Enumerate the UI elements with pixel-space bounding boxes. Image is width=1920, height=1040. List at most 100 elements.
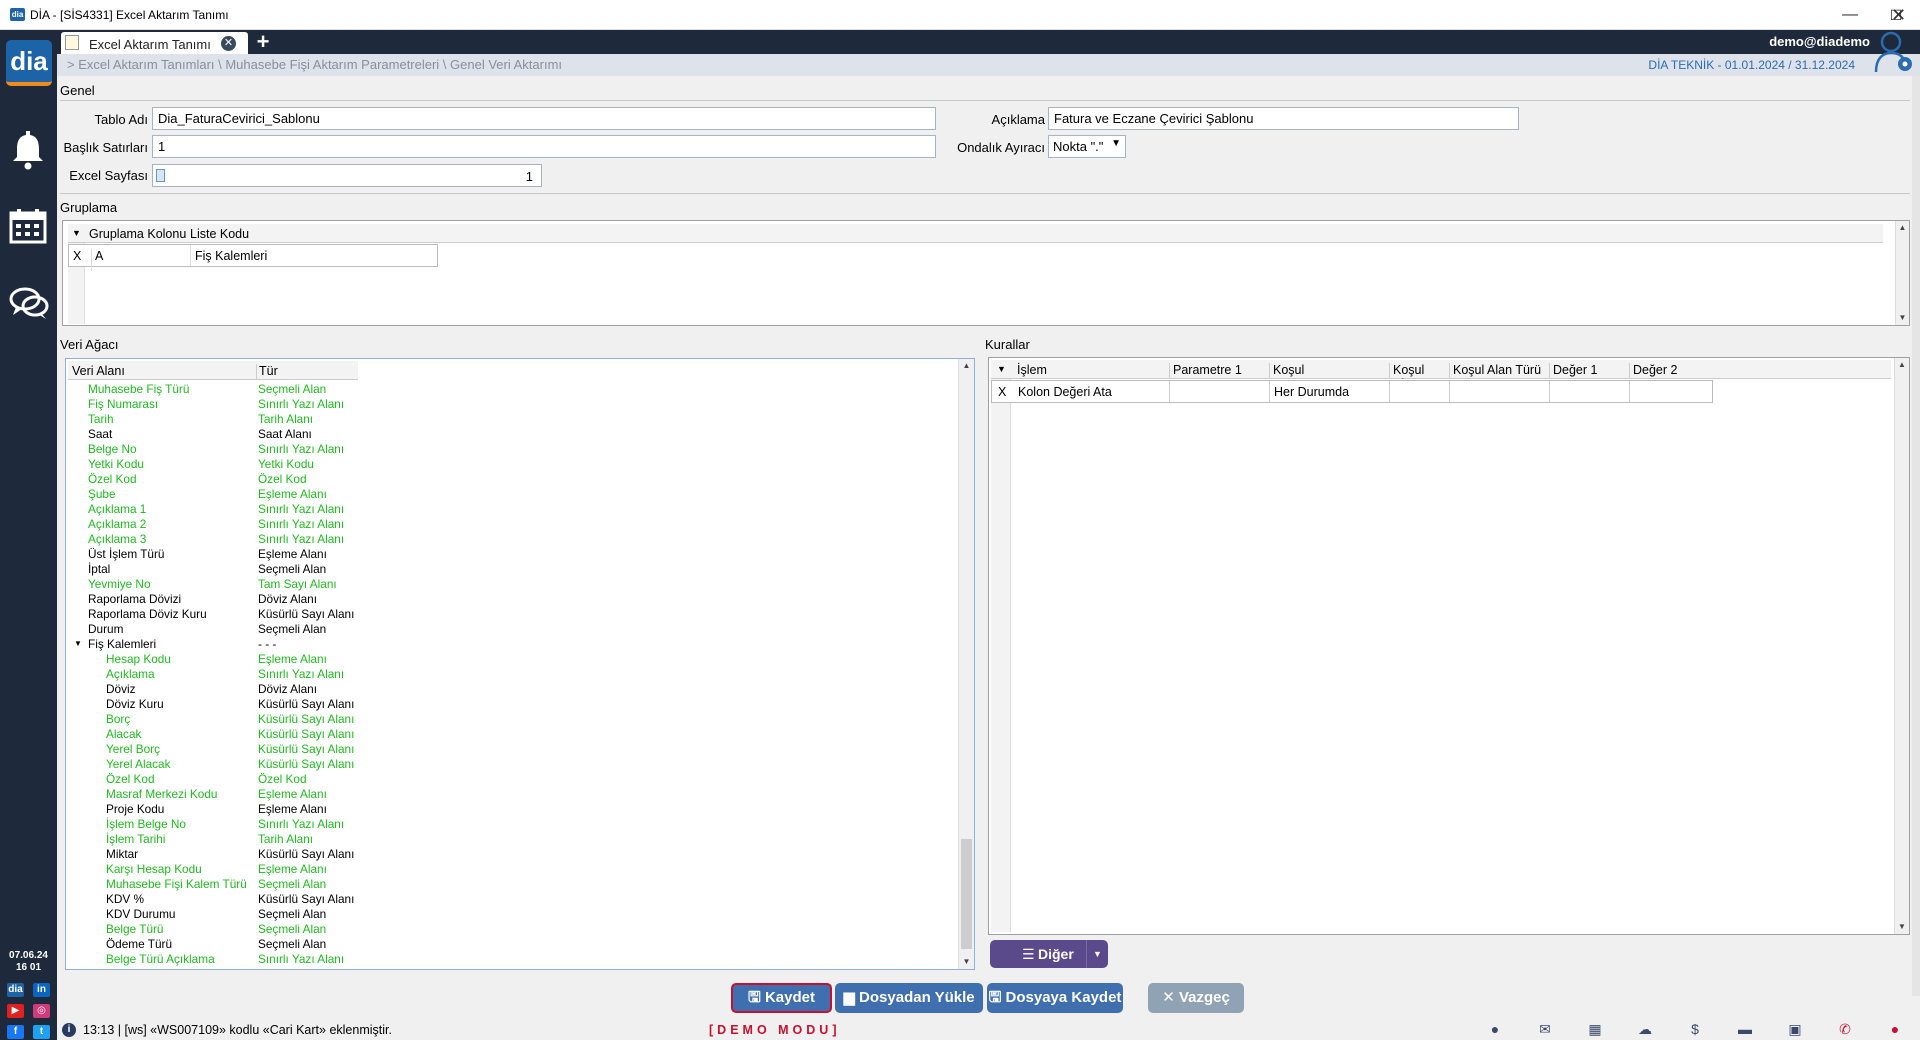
col-kosul[interactable]: Koşul [1269,363,1304,379]
tree-row[interactable]: Üst İşlem Türü Eşleme Alanı [68,547,948,562]
tree-row[interactable]: Muhasebe Fişi Kalem Türü Seçmeli Alan [68,877,948,892]
minimize-button[interactable]: — [1827,0,1873,30]
col-gruplama-kolonu[interactable]: Gruplama Kolonu [89,227,186,241]
tree-row[interactable]: KDV Durumu Seçmeli Alan [68,907,948,922]
tree-row[interactable]: Ödeme Türü Seçmeli Alan [68,937,948,952]
help-icon[interactable]: ● [1485,1021,1505,1038]
instagram-icon[interactable]: ◎ [33,1004,50,1018]
col-parametre-1[interactable]: Parametre 1 [1169,363,1242,379]
tablo-adi-input[interactable]: Dia_FaturaCevirici_Sablonu [152,107,936,130]
tree-row[interactable]: Borç Küsürlü Sayı Alanı [68,712,948,727]
tree-row[interactable]: Hesap Kodu Eşleme Alanı [68,652,948,667]
expand-icon[interactable]: ▼ [74,639,82,648]
tree-row[interactable]: Belge Türü Açıklama Sınırlı Yazı Alanı [68,952,948,967]
col-kosul-alan[interactable]: Koşul Alan [1389,363,1449,379]
tree-row[interactable]: İşlem Tarihi Tarih Alanı [68,832,948,847]
diger-dropdown-button[interactable]: ☰ Diğer ▼ [990,940,1108,968]
tree-row[interactable]: Açıklama 2 Sınırlı Yazı Alanı [68,517,948,532]
table-row[interactable]: X A Fiş Kalemleri [68,244,438,271]
calculator-icon[interactable]: ▦ [1585,1021,1605,1038]
user-name[interactable]: demo@diademo [1769,34,1870,49]
tree-row[interactable]: Yerel Alacak Küsürlü Sayı Alanı [68,757,948,772]
tree-row[interactable]: Raporlama Döviz Kuru Küsürlü Sayı Alanı [68,607,948,622]
baslik-satirlari-input[interactable]: 1 [152,135,936,158]
col-tur[interactable]: Tür [256,364,278,380]
col-liste-kodu[interactable]: Liste Kodu [190,227,249,241]
vazgec-button[interactable]: ✕ Vazgeç [1148,983,1244,1013]
tree-row[interactable]: Masraf Merkezi Kodu Eşleme Alanı [68,787,948,802]
linkedin-icon[interactable]: in [33,983,50,997]
kaydet-button[interactable]: 🖫 Kaydet [731,983,832,1013]
cloud-icon[interactable]: ☁ [1635,1021,1655,1038]
table-row[interactable]: X Kolon Değeri Ata Her Durumda [991,380,1713,403]
col-deger-1[interactable]: Değer 1 [1549,363,1597,379]
grid-menu-icon[interactable]: ▼ [997,364,1006,374]
phone-icon[interactable]: ✆ [1835,1021,1855,1038]
tree-row[interactable]: Miktar Küsürlü Sayı Alanı [68,847,948,862]
tree-row[interactable]: Açıklama 3 Sınırlı Yazı Alanı [68,532,948,547]
aciklama-input[interactable]: Fatura ve Eczane Çevirici Şablonu [1048,107,1519,130]
dosyaya-kaydet-button[interactable]: 🖫 Dosyaya Kaydet [987,983,1123,1013]
tree-row[interactable]: İptal Seçmeli Alan [68,562,948,577]
tab-excel-aktarim[interactable]: Excel Aktarım Tanımı ✕ [61,32,248,54]
bell-icon[interactable] [8,127,48,170]
tree-row[interactable]: Belge No Sınırlı Yazı Alanı [68,442,948,457]
col-veri-alani[interactable]: Veri Alanı [72,364,125,378]
cell-islem[interactable]: Kolon Değeri Ata [1018,385,1112,399]
tree-row[interactable]: Yerel Borç Küsürlü Sayı Alanı [68,742,948,757]
calendar-icon[interactable] [8,206,48,246]
facebook-icon[interactable]: f [7,1025,24,1039]
cell-kosul[interactable]: Her Durumda [1274,385,1349,399]
row-delete-icon[interactable]: X [73,249,81,263]
tree-row[interactable]: Durum Seçmeli Alan [68,622,948,637]
tree-row[interactable]: ▼ Fiş Kalemleri - - - [68,637,948,652]
tree-row[interactable]: Karşı Hesap Kodu Eşleme Alanı [68,862,948,877]
add-tab-icon[interactable]: + [252,30,274,54]
veri-agaci-scrollbar[interactable]: ▲ ▼ [958,359,974,969]
grid-menu-icon[interactable]: ▼ [72,228,81,238]
tree-row[interactable]: Açıklama 1 Sınırlı Yazı Alanı [68,502,948,517]
tree-row[interactable]: Yevmiye No Tam Sayı Alanı [68,577,948,592]
youtube-icon[interactable]: ▶ [7,1004,24,1018]
col-deger-2[interactable]: Değer 2 [1629,363,1677,379]
tree-row[interactable]: Döviz Kuru Küsürlü Sayı Alanı [68,697,948,712]
gruplama-scrollbar[interactable]: ▲ ▼ [1895,221,1909,325]
cell-liste[interactable]: Fiş Kalemleri [195,249,267,263]
ondalik-ayiraci-select[interactable]: Nokta "." ▼ [1048,135,1126,158]
twitter-icon[interactable]: t [33,1025,50,1039]
dia-logo[interactable]: dia [6,40,52,86]
tree-row[interactable]: Proje Kodu Eşleme Alanı [68,802,948,817]
dia-social-icon[interactable]: dia [7,983,24,997]
status-dot-icon[interactable]: ● [1885,1021,1905,1038]
tree-row[interactable]: Özel Kod Özel Kod [68,772,948,787]
cell-kolon[interactable]: A [91,249,103,271]
tree-row[interactable]: Yetki Kodu Yetki Kodu [68,457,948,472]
tree-row[interactable]: Belge Türü Seçmeli Alan [68,922,948,937]
tree-row[interactable]: Raporlama Dövizi Döviz Alanı [68,592,948,607]
excel-sayfasi-field[interactable]: 1 [152,164,542,187]
tree-row[interactable]: Özel Kod Özel Kod [68,472,948,487]
tree-row[interactable]: KDV % Küsürlü Sayı Alanı [68,892,948,907]
tree-row[interactable]: İşlem Belge No Sınırlı Yazı Alanı [68,817,948,832]
row-delete-icon[interactable]: X [998,385,1006,399]
page-scrollbar[interactable] [1912,76,1920,996]
lock-icon[interactable]: ▣ [1785,1021,1805,1038]
period-label[interactable]: DİA TEKNİK - 01.01.2024 / 31.12.2024 [1648,58,1855,72]
tree-row[interactable]: Fiş Numarası Sınırlı Yazı Alanı [68,397,948,412]
close-window-button[interactable]: ✕ [1877,0,1920,30]
col-islem[interactable]: İşlem [1017,363,1047,377]
mail-icon[interactable]: ✉ [1535,1021,1555,1038]
dosyadan-yukle-button[interactable]: ▆ Dosyadan Yükle [835,983,983,1013]
tree-row[interactable]: Döviz Döviz Alanı [68,682,948,697]
message-icon[interactable]: ▬ [1735,1021,1755,1038]
scroll-thumb[interactable] [961,839,972,949]
tree-row[interactable]: Açıklama Sınırlı Yazı Alanı [68,667,948,682]
currency-icon[interactable]: $ [1685,1021,1705,1038]
kurallar-scrollbar[interactable]: ▲ ▼ [1894,358,1909,934]
tree-row[interactable]: Şube Eşleme Alanı [68,487,948,502]
tree-row[interactable]: Alacak Küsürlü Sayı Alanı [68,727,948,742]
chat-icon[interactable] [8,284,49,324]
close-tab-icon[interactable]: ✕ [221,36,236,51]
col-kosul-alan-turu[interactable]: Koşul Alan Türü [1449,363,1541,379]
tree-row[interactable]: Saat Saat Alanı [68,427,948,442]
